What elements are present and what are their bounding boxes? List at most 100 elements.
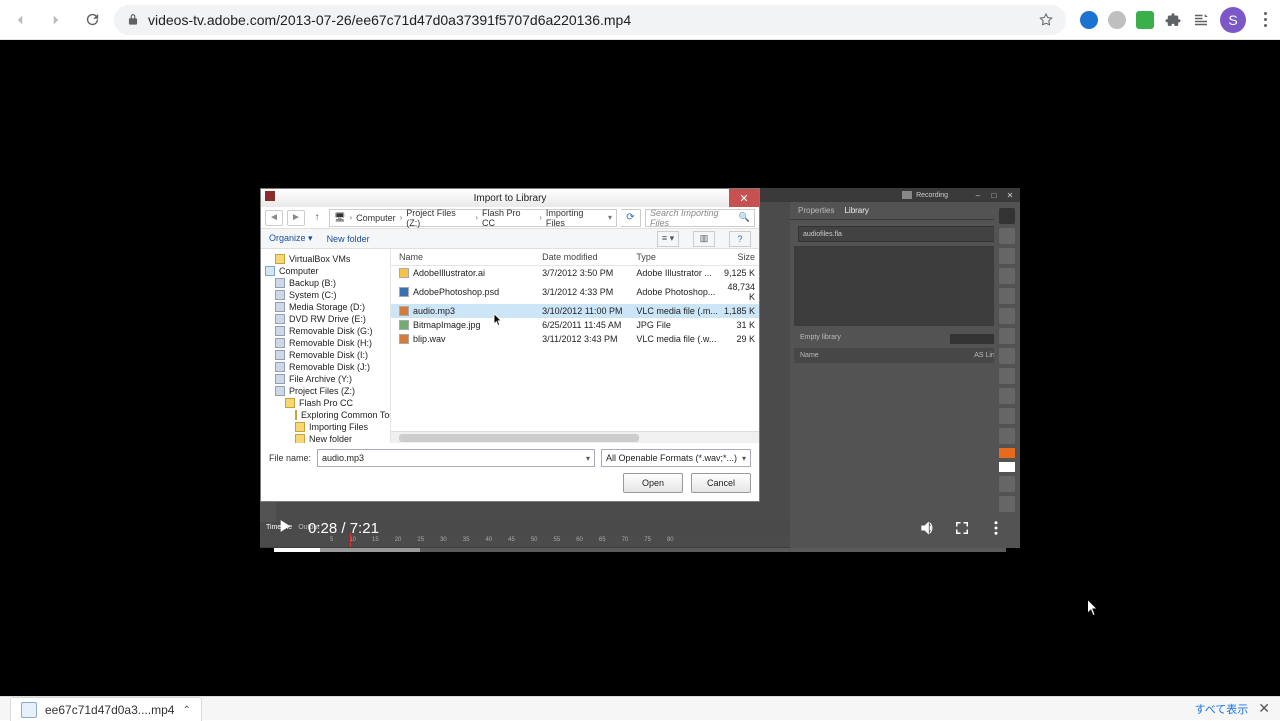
extension-icon[interactable]	[1136, 11, 1154, 29]
tool-icon[interactable]	[999, 328, 1015, 344]
refresh-button[interactable]: ⟳	[621, 209, 641, 227]
nav-up-button[interactable]: ↑	[309, 210, 325, 226]
open-button[interactable]: Open	[623, 473, 683, 493]
tool-icon[interactable]	[999, 228, 1015, 244]
extension-icon[interactable]	[1108, 11, 1126, 29]
tab-properties[interactable]: Properties	[798, 206, 834, 215]
fill-swatch[interactable]	[999, 462, 1015, 472]
tree-item[interactable]: Backup (B:)	[261, 277, 390, 289]
extensions-puzzle-icon[interactable]	[1164, 11, 1182, 29]
drive-icon	[275, 290, 285, 300]
tree-item[interactable]: Flash Pro CC	[261, 397, 390, 409]
forward-button[interactable]	[42, 6, 70, 34]
library-col-name[interactable]: Name	[800, 352, 819, 359]
view-mode-button[interactable]: ≡ ▾	[657, 231, 679, 247]
fullscreen-button[interactable]	[952, 518, 972, 538]
file-row[interactable]: AdobeIllustrator.ai3/7/2012 3:50 PMAdobe…	[391, 266, 759, 280]
stroke-swatch[interactable]	[999, 448, 1015, 458]
tree-item[interactable]: Importing Files	[261, 421, 390, 433]
more-options-button[interactable]	[986, 518, 1006, 538]
file-list-header[interactable]: Name Date modified Type Size	[391, 249, 759, 266]
play-button[interactable]	[274, 516, 294, 541]
tree-item[interactable]: Media Storage (D:)	[261, 301, 390, 313]
file-row[interactable]: blip.wav3/11/2012 3:43 PMVLC media file …	[391, 332, 759, 346]
new-folder-button[interactable]: New folder	[327, 234, 370, 244]
address-bar[interactable]: videos-tv.adobe.com/2013-07-26/ee67c71d4…	[114, 5, 1066, 35]
file-name-input[interactable]: audio.mp3▾	[317, 449, 595, 467]
progress-bar[interactable]	[274, 548, 1006, 552]
tool-icon[interactable]	[999, 368, 1015, 384]
col-name[interactable]: Name	[391, 252, 542, 262]
back-button[interactable]	[6, 6, 34, 34]
breadcrumb[interactable]: 🖥 › Computer›Project Files (Z:)›Flash Pr…	[329, 209, 617, 227]
show-all-downloads[interactable]: すべて表示	[1194, 701, 1248, 717]
tree-item[interactable]: Removable Disk (I:)	[261, 349, 390, 361]
tool-icon[interactable]	[999, 268, 1015, 284]
tool-icon[interactable]	[999, 308, 1015, 324]
profile-avatar[interactable]: S	[1220, 7, 1246, 33]
tree-item[interactable]: Removable Disk (H:)	[261, 337, 390, 349]
extension-icon[interactable]	[1080, 11, 1098, 29]
minimize-button[interactable]: –	[972, 190, 984, 200]
tree-item[interactable]: Removable Disk (J:)	[261, 361, 390, 373]
preview-pane-button[interactable]: ▥	[693, 231, 715, 247]
tree-item[interactable]: DVD RW Drive (E:)	[261, 313, 390, 325]
panel-tabs: Properties Library	[790, 202, 1020, 220]
tree-item[interactable]: VirtualBox VMs	[261, 253, 390, 265]
drive-icon	[275, 314, 285, 324]
tree-item[interactable]: Exploring Common Tools	[261, 409, 390, 421]
breadcrumb-item[interactable]: Computer	[356, 213, 396, 223]
chrome-menu-button[interactable]	[1256, 12, 1274, 27]
tool-icon[interactable]	[999, 476, 1015, 492]
volume-button[interactable]	[918, 518, 938, 538]
maximize-button[interactable]: □	[988, 190, 1000, 200]
selection-tool-icon[interactable]	[999, 208, 1015, 224]
tool-icon[interactable]	[999, 288, 1015, 304]
download-item[interactable]: ee67c71d47d0a3....mp4 ⌃	[10, 697, 202, 721]
file-type-filter[interactable]: All Openable Formats (*.wav;*...)▾	[601, 449, 751, 467]
browser-toolbar: videos-tv.adobe.com/2013-07-26/ee67c71d4…	[0, 0, 1280, 40]
breadcrumb-dropdown[interactable]: ▾	[608, 213, 612, 222]
breadcrumb-item[interactable]: Project Files (Z:)	[406, 208, 471, 228]
breadcrumb-item[interactable]: Importing Files	[546, 208, 604, 228]
reading-list-icon[interactable]	[1192, 11, 1210, 29]
tab-library[interactable]: Library	[844, 206, 868, 215]
tool-icon[interactable]	[999, 428, 1015, 444]
dialog-close-button[interactable]: ✕	[729, 189, 759, 207]
library-file-row[interactable]: audiofiles.fla ▾	[798, 226, 1012, 242]
organize-button[interactable]: Organize ▾	[269, 233, 313, 244]
close-shelf-button[interactable]: ✕	[1258, 700, 1270, 717]
dialog-titlebar[interactable]: Import to Library ✕	[261, 189, 759, 207]
search-input[interactable]: Search Importing Files 🔍	[645, 209, 755, 227]
tree-item[interactable]: Removable Disk (G:)	[261, 325, 390, 337]
drive-icon	[275, 386, 285, 396]
chevron-up-icon[interactable]: ⌃	[182, 705, 190, 716]
tool-icon[interactable]	[999, 388, 1015, 404]
close-button[interactable]: ✕	[1004, 190, 1016, 200]
cancel-button[interactable]: Cancel	[691, 473, 751, 493]
tree-item[interactable]: New folder	[261, 433, 390, 443]
nav-back-button[interactable]: ◄	[265, 210, 283, 226]
folder-tree[interactable]: VirtualBox VMsComputerBackup (B:)System …	[261, 249, 391, 443]
video-player[interactable]: Recording – □ ✕ Properties Library	[260, 188, 1020, 548]
tree-item[interactable]: File Archive (Y:)	[261, 373, 390, 385]
col-size[interactable]: Size	[721, 252, 759, 262]
horizontal-scrollbar[interactable]	[391, 431, 759, 443]
tree-item[interactable]: System (C:)	[261, 289, 390, 301]
nav-forward-button[interactable]: ►	[287, 210, 305, 226]
tool-icon[interactable]	[999, 348, 1015, 364]
tool-icon[interactable]	[999, 408, 1015, 424]
bookmark-star-icon[interactable]	[1038, 12, 1054, 28]
col-date[interactable]: Date modified	[542, 252, 636, 262]
help-button[interactable]: ?	[729, 231, 751, 247]
tree-item[interactable]: Computer	[261, 265, 390, 277]
file-row[interactable]: BitmapImage.jpg6/25/2011 11:45 AMJPG Fil…	[391, 318, 759, 332]
file-row[interactable]: AdobePhotoshop.psd3/1/2012 4:33 PMAdobe …	[391, 280, 759, 304]
reload-button[interactable]	[78, 6, 106, 34]
drive-icon	[275, 362, 285, 372]
breadcrumb-item[interactable]: Flash Pro CC	[482, 208, 535, 228]
tree-item[interactable]: Project Files (Z:)	[261, 385, 390, 397]
tool-icon[interactable]	[999, 248, 1015, 264]
col-type[interactable]: Type	[636, 252, 721, 262]
file-row[interactable]: audio.mp33/10/2012 11:00 PMVLC media fil…	[391, 304, 759, 318]
